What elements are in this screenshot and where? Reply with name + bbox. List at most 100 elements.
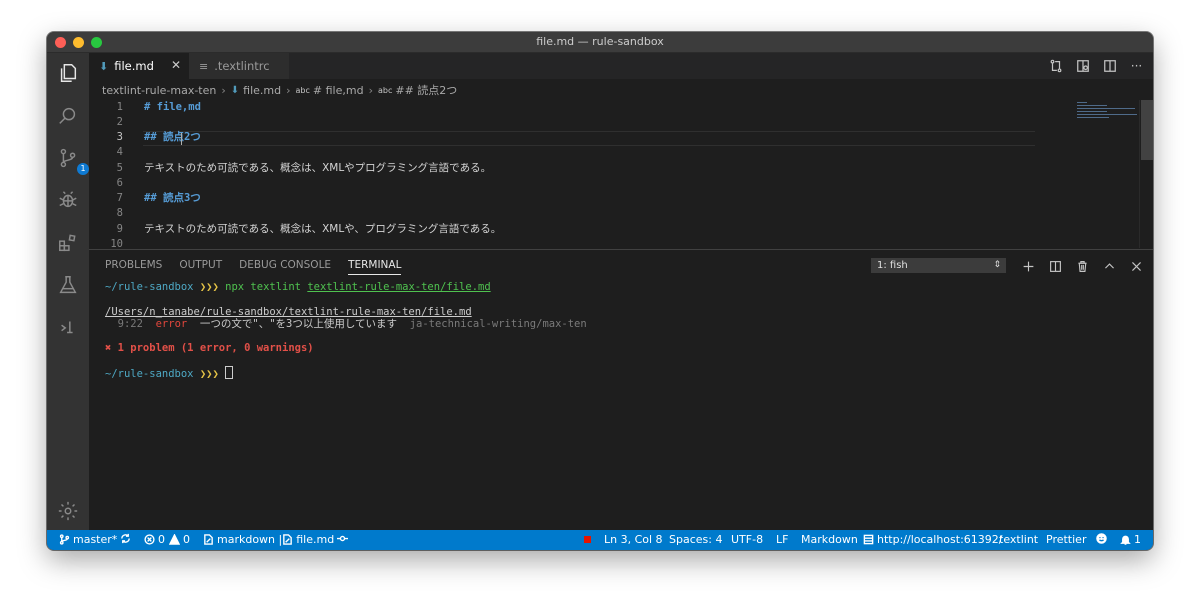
prettier-item[interactable]: Prettier: [1046, 533, 1086, 546]
cursor-position[interactable]: Ln 3, Col 8: [604, 533, 663, 546]
line-number: 4: [116, 146, 123, 158]
tab-terminal[interactable]: TERMINAL: [348, 259, 402, 275]
feedback-smiley-icon[interactable]: [1096, 533, 1110, 544]
editor-line: 5 テキストのため可読である、概念は、XMLやプログラミング言語である。: [89, 161, 1089, 176]
breadcrumb: textlint-rule-max-ten › ⬇ file.md › abc …: [102, 82, 457, 98]
warning-icon: [169, 534, 180, 545]
line-text: テキストのため可読である、概念は、XMLや、プログラミング言語である。: [144, 223, 502, 235]
title-bar: file.md — rule-sandbox: [47, 32, 1153, 53]
end-of-line[interactable]: LF: [776, 533, 788, 546]
panel-actions: [1019, 257, 1145, 275]
edit-file-icon: [204, 534, 213, 545]
line-number: 2: [116, 116, 123, 128]
tab-debug-console[interactable]: DEBUG CONSOLE: [239, 259, 331, 275]
editor-line: 4: [89, 145, 1089, 160]
command-text: npx textlint: [225, 281, 301, 293]
tab-output[interactable]: OUTPUT: [179, 259, 222, 275]
editor-line: 3 ## 読点2つ: [89, 130, 1089, 145]
source-target-icon[interactable]: [337, 533, 351, 544]
error-level: error: [155, 318, 188, 330]
split-editor-icon[interactable]: [1101, 57, 1118, 74]
indentation[interactable]: Spaces: 4: [669, 533, 722, 546]
close-tab-icon[interactable]: ✕: [171, 58, 181, 72]
text-cursor: [181, 133, 182, 145]
line-text: ## 読点3つ: [144, 192, 201, 204]
new-terminal-icon[interactable]: [1019, 257, 1037, 275]
terminal-cursor: [225, 366, 234, 379]
maximize-panel-icon[interactable]: [1100, 257, 1118, 275]
server-url: http://localhost:61392/: [877, 533, 1003, 546]
error-indicator: [584, 536, 591, 543]
editor-line: 8: [89, 206, 1089, 221]
split-terminal-icon[interactable]: [1046, 257, 1064, 275]
line-number: 10: [110, 238, 123, 248]
prompt-arrows: ❯❯❯: [199, 368, 219, 380]
line-number: 6: [116, 177, 123, 189]
editor-line: 10: [89, 237, 1089, 248]
error-message: 一つの文で"、"を3つ以上使用しています: [199, 318, 398, 330]
terminal-line-prompt[interactable]: ~/rule-sandbox ❯❯❯: [105, 366, 234, 381]
breadcrumb-symbol-1[interactable]: # file,md: [313, 84, 364, 97]
select-arrows-icon: ⇕: [993, 260, 1001, 270]
breadcrumb-folder[interactable]: textlint-rule-max-ten: [102, 84, 216, 97]
close-panel-icon[interactable]: [1127, 257, 1145, 275]
tab-file-md[interactable]: ⬇ file.md ✕: [89, 53, 189, 79]
more-actions-icon[interactable]: ···: [1128, 57, 1145, 74]
language-file-item[interactable]: markdown | file.md: [203, 533, 334, 546]
language-mode-text: markdown |: [217, 533, 283, 546]
bottom-panel: PROBLEMS OUTPUT DEBUG CONSOLE TERMINAL 1…: [89, 249, 1153, 531]
warning-count: 0: [183, 533, 190, 546]
server-icon: [863, 534, 874, 545]
terminal-line-error: 9:22 error 一つの文で"、"を3つ以上使用しています ja-techn…: [105, 318, 587, 331]
editor-scrollbar[interactable]: [1139, 100, 1153, 248]
textlint-item[interactable]: textlint: [999, 533, 1038, 546]
debug-icon[interactable]: [55, 187, 81, 213]
compare-changes-icon[interactable]: [1047, 57, 1064, 74]
editor-line: 7 ## 読点3つ: [89, 191, 1089, 206]
line-number: 7: [116, 192, 123, 204]
tab-label: file.md: [114, 59, 154, 73]
line-number: 9: [116, 223, 123, 235]
terminal-select[interactable]: 1: fish ⇕: [871, 258, 1006, 273]
notifications-item[interactable]: 1: [1120, 533, 1141, 546]
code-editor[interactable]: 1 # file,md 2 3 ## 読点2つ 4 5 テキストのため可読である…: [89, 100, 1153, 248]
open-preview-icon[interactable]: [1074, 57, 1091, 74]
status-bar: master* 0 0 markdown | file.md Ln 3, Col…: [47, 530, 1153, 550]
problems-item[interactable]: 0 0: [144, 533, 190, 546]
symbol-string-icon: abc: [295, 85, 310, 95]
line-number: 5: [116, 162, 123, 174]
breadcrumb-symbol-2[interactable]: ## 読点2つ: [395, 82, 457, 98]
tab-textlintrc[interactable]: ≡ .textlintrc: [189, 53, 289, 79]
settings-gear-icon[interactable]: [55, 498, 81, 524]
editor-line: 9 テキストのため可読である、概念は、XMLや、プログラミング言語である。: [89, 222, 1089, 237]
edit-file-icon: [283, 534, 293, 545]
markdown-icon: ⬇: [99, 59, 109, 73]
flask-icon[interactable]: [55, 272, 81, 298]
files-icon[interactable]: [55, 60, 81, 86]
editor-tabs: ⬇ file.md ✕ ≡ .textlintrc ···: [89, 53, 1153, 79]
sync-icon[interactable]: [120, 533, 134, 544]
scrollbar-thumb[interactable]: [1141, 100, 1153, 160]
trash-icon[interactable]: [1073, 257, 1091, 275]
tab-problems[interactable]: PROBLEMS: [105, 259, 162, 275]
terminal-line-command: ~/rule-sandbox ❯❯❯ npx textlint textlint…: [105, 281, 491, 294]
search-icon[interactable]: [55, 103, 81, 129]
source-control-icon[interactable]: 1: [55, 145, 89, 175]
branch-item[interactable]: master*: [59, 533, 117, 546]
editor-line: 2: [89, 115, 1089, 130]
branch-name: master*: [73, 533, 118, 546]
encoding[interactable]: UTF-8: [731, 533, 763, 546]
line-number: 3: [116, 131, 123, 143]
language-mode[interactable]: Markdown: [801, 533, 858, 546]
error-count: 0: [158, 533, 165, 546]
prompt-directory: ~/rule-sandbox: [105, 368, 194, 380]
server-item[interactable]: http://localhost:61392/: [863, 533, 1002, 546]
remote-icon[interactable]: [55, 314, 81, 340]
window-title: file.md — rule-sandbox: [536, 35, 664, 48]
symbol-string-icon: abc: [377, 85, 393, 95]
notification-count: 1: [1134, 533, 1141, 546]
terminal-select-value: 1: fish: [877, 260, 908, 271]
extensions-icon[interactable]: [55, 230, 81, 256]
error-icon: [144, 534, 155, 545]
breadcrumb-file[interactable]: file.md: [243, 84, 281, 97]
